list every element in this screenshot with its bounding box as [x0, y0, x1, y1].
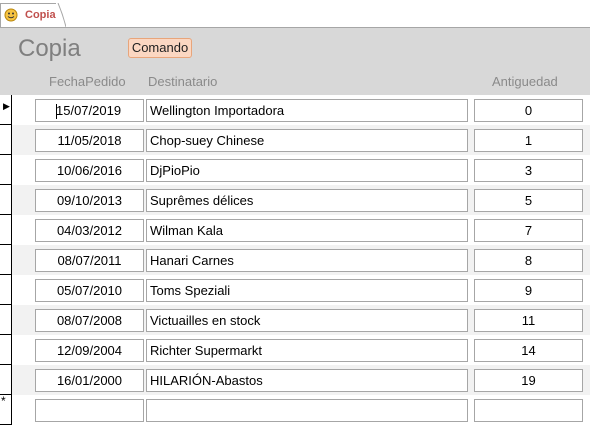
- antiguedad-field[interactable]: 9: [474, 279, 583, 302]
- fechapedido-field[interactable]: 12/09/2004: [35, 339, 144, 362]
- form-title: Copia: [18, 35, 81, 62]
- table-row: 12/09/2004 Richter Supermarkt 14: [0, 335, 590, 365]
- new-record-icon: *: [1, 394, 6, 408]
- antiguedad-field[interactable]: [474, 399, 583, 422]
- comando-button[interactable]: Comando: [128, 38, 192, 58]
- form-smiley-icon: [4, 8, 18, 22]
- record-selector[interactable]: [0, 155, 12, 185]
- destinatario-field[interactable]: [146, 399, 468, 422]
- destinatario-field[interactable]: DjPioPio: [146, 159, 468, 182]
- column-header-fechapedido: FechaPedido: [49, 74, 126, 89]
- table-row: 10/06/2016 DjPioPio 3: [0, 155, 590, 185]
- table-row: 16/01/2000 HILARIÓN-Abastos 19: [0, 365, 590, 395]
- fechapedido-field[interactable]: 11/05/2018: [35, 129, 144, 152]
- fechapedido-field[interactable]: 09/10/2013: [35, 189, 144, 212]
- column-header-destinatario: Destinatario: [148, 74, 218, 89]
- antiguedad-field[interactable]: 5: [474, 189, 583, 212]
- record-selector[interactable]: [0, 215, 12, 245]
- record-selector[interactable]: [0, 275, 12, 305]
- fechapedido-field[interactable]: 04/03/2012: [35, 219, 144, 242]
- antiguedad-field[interactable]: 19: [474, 369, 583, 392]
- destinatario-field[interactable]: Toms Speziali: [146, 279, 468, 302]
- fechapedido-field[interactable]: 15/07/2019: [35, 99, 144, 122]
- antiguedad-field[interactable]: 1: [474, 129, 583, 152]
- fechapedido-field[interactable]: 05/07/2010: [35, 279, 144, 302]
- record-selector[interactable]: [0, 305, 12, 335]
- tab-label: Copia: [25, 9, 56, 21]
- record-selector[interactable]: *: [0, 394, 12, 425]
- fechapedido-field[interactable]: 10/06/2016: [35, 159, 144, 182]
- table-row: 08/07/2008 Victuailles en stock 11: [0, 305, 590, 335]
- fechapedido-field[interactable]: 08/07/2011: [35, 249, 144, 272]
- fechapedido-field[interactable]: 08/07/2008: [35, 309, 144, 332]
- records-list: ▶ 15/07/2019 Wellington Importadora 0 11…: [0, 95, 590, 425]
- fechapedido-field[interactable]: [35, 399, 144, 422]
- destinatario-field[interactable]: Hanari Carnes: [146, 249, 468, 272]
- table-row: 04/03/2012 Wilman Kala 7: [0, 215, 590, 245]
- destinatario-field[interactable]: Richter Supermarkt: [146, 339, 468, 362]
- destinatario-field[interactable]: Suprêmes délices: [146, 189, 468, 212]
- destinatario-field[interactable]: Wilman Kala: [146, 219, 468, 242]
- destinatario-field[interactable]: Chop-suey Chinese: [146, 129, 468, 152]
- table-row: 09/10/2013 Suprêmes délices 5: [0, 185, 590, 215]
- record-selector[interactable]: [0, 365, 12, 395]
- form-header: Copia Comando FechaPedido Destinatario A…: [0, 28, 590, 95]
- document-tab-bar: Copia: [0, 0, 590, 28]
- column-header-antiguedad: Antiguedad: [492, 74, 558, 89]
- table-row: 11/05/2018 Chop-suey Chinese 1: [0, 125, 590, 155]
- record-selector[interactable]: ▶: [0, 95, 12, 125]
- record-selector[interactable]: [0, 245, 12, 275]
- antiguedad-field[interactable]: 11: [474, 309, 583, 332]
- antiguedad-field[interactable]: 8: [474, 249, 583, 272]
- table-row: ▶ 15/07/2019 Wellington Importadora 0: [0, 95, 590, 125]
- table-row: 08/07/2011 Hanari Carnes 8: [0, 245, 590, 275]
- tab-copia[interactable]: Copia: [0, 3, 58, 27]
- destinatario-field[interactable]: Victuailles en stock: [146, 309, 468, 332]
- current-record-icon: ▶: [3, 101, 10, 111]
- destinatario-field[interactable]: Wellington Importadora: [146, 99, 468, 122]
- tab-edge: [56, 3, 66, 27]
- new-record-row: *: [0, 394, 590, 425]
- antiguedad-field[interactable]: 3: [474, 159, 583, 182]
- destinatario-field[interactable]: HILARIÓN-Abastos: [146, 369, 468, 392]
- antiguedad-field[interactable]: 14: [474, 339, 583, 362]
- table-row: 05/07/2010 Toms Speziali 9: [0, 275, 590, 305]
- record-selector[interactable]: [0, 125, 12, 155]
- antiguedad-field[interactable]: 7: [474, 219, 583, 242]
- antiguedad-field[interactable]: 0: [474, 99, 583, 122]
- record-selector[interactable]: [0, 185, 12, 215]
- record-selector[interactable]: [0, 335, 12, 365]
- fechapedido-field[interactable]: 16/01/2000: [35, 369, 144, 392]
